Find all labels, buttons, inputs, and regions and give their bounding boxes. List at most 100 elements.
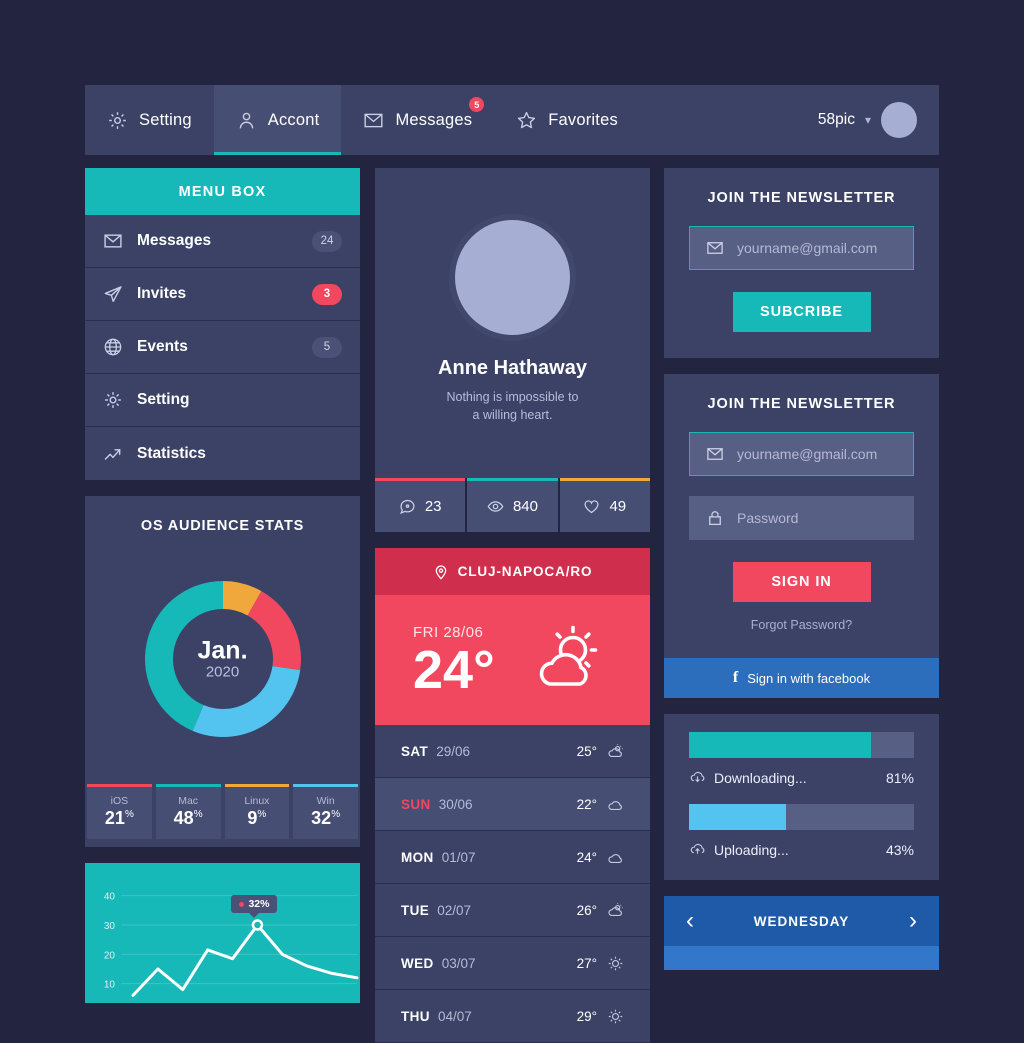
weather-forecast-list: SAT 29/06 25° SUN 30/06 22° MON 01/07 24° TUE 02/0…	[375, 725, 650, 1043]
signin-email-input[interactable]	[737, 446, 918, 462]
y-axis-tick: 20	[104, 950, 116, 961]
menu-item-setting[interactable]: Setting	[85, 374, 360, 427]
donut-chart: Jan. 2020	[85, 534, 360, 784]
menu-item-label: Invites	[137, 285, 187, 302]
os-stats-title: OS AUDIENCE STATS	[140, 518, 305, 534]
facebook-icon: f	[732, 669, 739, 686]
newsletter-email-input[interactable]	[737, 240, 918, 256]
os-legend-label: Win	[316, 795, 335, 807]
menu-item-invites[interactable]: Invites 3	[85, 268, 360, 321]
os-legend-item: Win 32%	[293, 784, 358, 839]
line-series	[131, 923, 359, 997]
weather-temp: 26°	[576, 902, 597, 918]
weather-forecast-row[interactable]: SAT 29/06 25°	[375, 725, 650, 778]
cloud-icon	[607, 849, 624, 866]
envelope-icon	[706, 445, 724, 463]
os-legend-value: 21%	[104, 808, 134, 828]
weather-today-date: FRI 28/06	[413, 623, 484, 641]
user-name-label: 58pic	[817, 111, 855, 128]
menu-item-count: 24	[312, 230, 342, 252]
user-menu[interactable]: 58pic ▾	[818, 85, 939, 155]
profile-stat[interactable]: 49	[559, 478, 650, 532]
os-audience-stats-card: OS AUDIENCE STATS Jan. 2020 iOS 21% Mac 48%…	[85, 496, 360, 847]
weather-temp: 29°	[576, 1008, 597, 1024]
menu-item-statistics[interactable]: Statistics	[85, 427, 360, 480]
progress-percent: 81%	[885, 769, 914, 786]
nav-item-accont[interactable]: Accont	[213, 85, 342, 155]
progress-track	[689, 804, 914, 830]
progress-fill	[689, 732, 872, 758]
profile-name: Anne Hathaway	[438, 357, 587, 379]
profile-stat[interactable]: 23	[375, 478, 466, 532]
nav-item-setting[interactable]: Setting	[85, 85, 214, 155]
menu-item-count: 3	[312, 283, 342, 305]
weather-location-label: CLUJ-NAPOCA/RO	[457, 564, 593, 579]
signin-password-field[interactable]	[689, 496, 918, 540]
envelope-icon	[103, 231, 123, 251]
tooltip-value: 32%	[248, 898, 270, 910]
progress-card: Downloading... 81% Uploading... 43%	[664, 714, 939, 880]
dashboard-page: Setting Accont Messages 5 Favorites 58pi…	[0, 0, 1024, 1043]
weather-temp: 27°	[576, 955, 597, 971]
weather-forecast-row[interactable]: WED 03/07 27°	[375, 937, 650, 990]
nav-label-messages: Messages	[395, 110, 473, 129]
menu-item-events[interactable]: Events 5	[85, 321, 360, 374]
newsletter-email-field[interactable]	[689, 226, 918, 270]
subscribe-button[interactable]: SUBCRIBE	[732, 292, 871, 332]
menu-item-count: 5	[312, 336, 342, 358]
menu-box-title: MENU BOX	[85, 168, 360, 215]
avatar[interactable]	[881, 102, 917, 138]
weather-date: 04/07	[437, 1008, 472, 1024]
weather-forecast-row[interactable]: SUN 30/06 22°	[375, 778, 650, 831]
envelope-icon	[706, 239, 724, 257]
day-navigator-strip	[664, 946, 939, 970]
forgot-password-link[interactable]: Forgot Password?	[689, 618, 914, 632]
newsletter-card: JOIN THE NEWSLETTER SUBCRIBE	[664, 168, 939, 358]
os-legend-item: iOS 21%	[87, 784, 152, 839]
nav-item-favorites[interactable]: Favorites	[494, 85, 640, 155]
weather-temp: 22°	[576, 796, 597, 812]
chevron-left-icon[interactable]: ‹	[686, 909, 694, 933]
line-chart-card: 10 20 30 40 32%	[85, 863, 360, 1003]
weather-card: CLUJ-NAPOCA/RO FRI 28/06 24° SAT 29/06 2…	[375, 548, 650, 1043]
weather-temp: 25°	[576, 743, 597, 759]
weather-forecast-row[interactable]: TUE 02/07 26°	[375, 884, 650, 937]
progress-track	[689, 732, 914, 758]
star-icon	[516, 110, 537, 131]
cloud-download-icon	[689, 769, 706, 786]
y-axis-tick: 10	[104, 980, 116, 991]
map-pin-icon	[433, 564, 449, 580]
signin-button[interactable]: SIGN IN	[732, 562, 871, 602]
gear-icon	[103, 390, 123, 410]
donut-year: 2020	[205, 663, 240, 681]
line-chart-marker	[251, 919, 264, 931]
weather-date: 29/06	[436, 743, 470, 759]
weather-forecast-row[interactable]: THU 04/07 29°	[375, 990, 650, 1043]
profile-stat-value: 49	[609, 498, 627, 515]
os-legend-value: 32%	[311, 808, 341, 828]
heart-icon	[583, 498, 600, 515]
y-axis-tick: 30	[104, 921, 116, 932]
profile-stat[interactable]: 840	[467, 478, 558, 532]
user-icon	[236, 110, 257, 131]
day-navigator: ‹ WEDNESDAY ›	[664, 896, 939, 970]
nav-label-accont: Accont	[267, 110, 320, 129]
signin-email-field[interactable]	[689, 432, 918, 476]
weather-forecast-row[interactable]: MON 01/07 24°	[375, 831, 650, 884]
chevron-right-icon[interactable]: ›	[909, 909, 917, 933]
nav-item-messages[interactable]: Messages 5	[341, 85, 494, 155]
weather-day: SAT	[401, 743, 429, 759]
menu-item-label: Messages	[137, 232, 212, 249]
chevron-down-icon: ▾	[864, 113, 871, 127]
os-legend-item: Mac 48%	[155, 784, 221, 839]
progress-percent: 43%	[885, 841, 914, 858]
donut-center-label: Jan. 2020	[85, 637, 360, 681]
profile-quote-line2: a willing heart.	[472, 408, 553, 423]
signin-password-input[interactable]	[737, 510, 918, 526]
menu-item-messages[interactable]: Messages 24	[85, 215, 360, 268]
weather-day: MON	[401, 849, 434, 865]
os-legend-label: Linux	[244, 795, 270, 807]
facebook-signin-button[interactable]: f Sign in with facebook	[664, 658, 939, 698]
os-legend-label: Mac	[178, 795, 199, 807]
center-column: Anne Hathaway Nothing is impossible to a…	[375, 168, 650, 1043]
